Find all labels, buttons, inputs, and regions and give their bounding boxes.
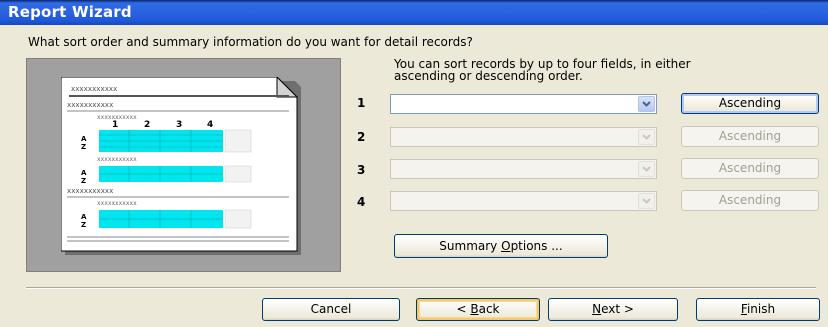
preview-column-number: 2 [144,120,150,130]
sort-field-1-combo[interactable] [390,94,657,114]
preview-column-number: 3 [176,120,182,130]
sort-field-1-order-button[interactable]: Ascending [681,93,819,114]
sort-field-3-number: 3 [357,163,366,177]
finish-button[interactable]: Finish [696,298,820,321]
title-bar[interactable]: Report Wizard [0,0,828,25]
wizard-question: What sort order and summary information … [28,35,473,49]
report-preview-panel: xxxxxxxxxxx xxxxxxxxxxx xxxxxxxxxxx 1 2 … [26,58,341,272]
svg-text:xxxxxxxxxxx: xxxxxxxxxxx [97,156,137,163]
chevron-down-icon[interactable] [638,161,655,177]
svg-text:A: A [81,169,87,177]
cancel-button[interactable]: Cancel [262,298,400,321]
svg-text:A: A [81,135,87,143]
sort-field-2-order-button[interactable]: Ascending [681,126,819,147]
svg-text:Z: Z [81,177,86,185]
svg-text:xxxxxxxxxxx: xxxxxxxxxxx [67,187,113,195]
svg-text:xxxxxxxxxxx: xxxxxxxxxxx [67,101,113,109]
sort-field-3-combo[interactable] [390,159,657,179]
preview-column-number: 1 [112,120,118,130]
report-wizard-dialog: Report Wizard What sort order and summar… [0,0,828,327]
sort-field-4-order-button[interactable]: Ascending [681,190,819,211]
sort-field-4-combo[interactable] [390,191,657,211]
window-title: Report Wizard [8,3,132,21]
preview-column-number: 4 [207,120,213,130]
svg-text:A: A [81,213,87,221]
next-button[interactable]: Next > [548,298,678,321]
sort-field-4-number: 4 [357,195,366,209]
preview-group: A Z [81,209,252,229]
preview-title-text: xxxxxxxxxxx [71,85,117,93]
sort-instructions: You can sort records by up to four field… [394,57,691,83]
sort-field-2-number: 2 [357,130,366,144]
chevron-down-icon[interactable] [638,129,655,145]
summary-options-button[interactable]: Summary Options ... [394,234,608,258]
button-separator [26,287,816,289]
chevron-down-icon[interactable] [638,193,655,209]
svg-text:Z: Z [81,143,86,151]
report-preview-illustration: xxxxxxxxxxx xxxxxxxxxxx xxxxxxxxxxx 1 2 … [61,77,301,255]
sort-field-1-number: 1 [357,96,366,110]
svg-text:Z: Z [81,221,86,229]
back-button[interactable]: < Back [416,298,540,321]
sort-field-3-order-button[interactable]: Ascending [681,158,819,179]
preview-group: A Z [81,129,252,153]
svg-text:xxxxxxxxxxx: xxxxxxxxxxx [97,200,137,207]
chevron-down-icon[interactable] [638,96,655,112]
sort-field-2-combo[interactable] [390,127,657,147]
